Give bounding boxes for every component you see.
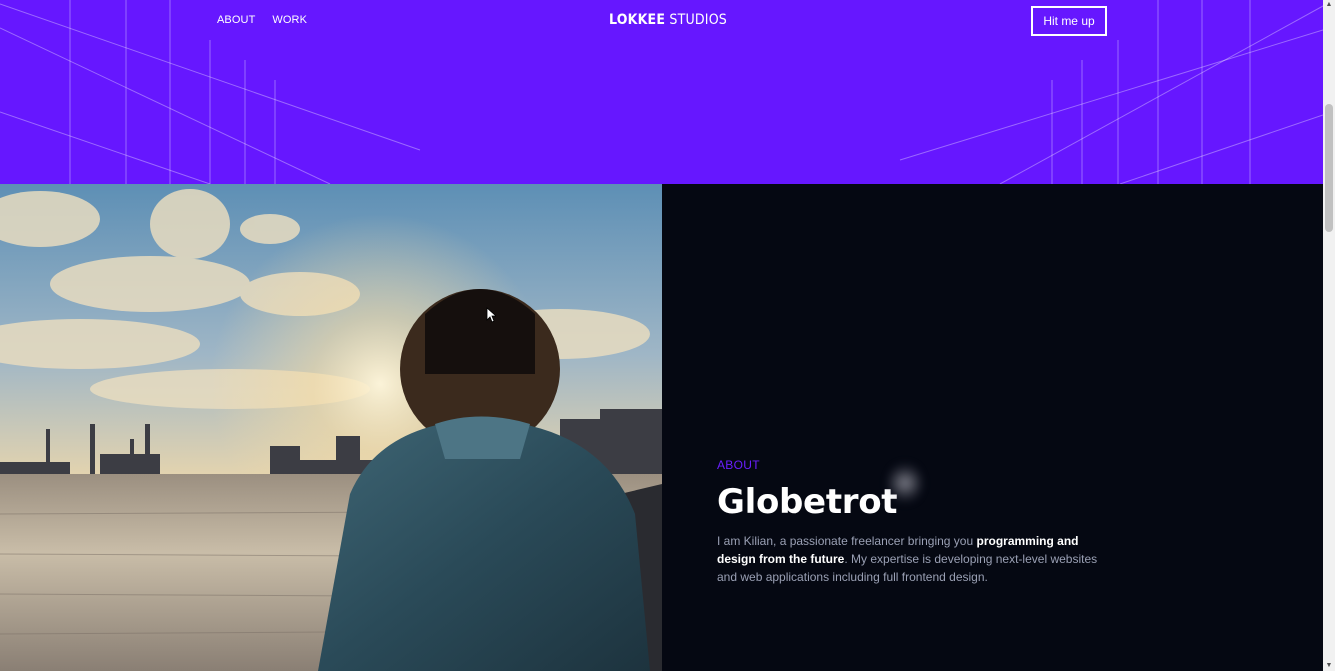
hit-me-up-button[interactable]: Hit me up [1031,6,1107,36]
harbor-photo [0,184,662,671]
brand-name-bold: LOKKEE [609,12,666,28]
hero-header: ABOUT WORK LOKKEE STUDIOS Hit me up [0,0,1323,184]
scroll-down-icon[interactable]: ▼ [1325,662,1333,670]
primary-nav: ABOUT WORK [217,14,307,26]
brand-logo[interactable]: LOKKEE STUDIOS [609,12,727,28]
about-eyebrow: ABOUT [717,458,760,472]
about-body-start: I am Kilian, a passionate freelancer bri… [717,534,977,548]
about-section: ABOUT Globetrot I am Kilian, a passionat… [662,184,1323,671]
blurred-decoration [887,460,923,506]
vertical-scrollbar[interactable]: ▲ ▼ [1323,0,1335,671]
about-title: Globetrot [717,482,898,522]
photo-illustration [0,184,662,671]
scrollbar-thumb[interactable] [1325,104,1333,232]
mouse-pointer-icon [486,307,496,323]
about-description: I am Kilian, a passionate freelancer bri… [717,532,1112,586]
brand-name-light: STUDIOS [669,12,728,28]
scroll-up-icon[interactable]: ▲ [1325,1,1333,9]
nav-link-about[interactable]: ABOUT [217,14,255,26]
nav-link-work[interactable]: WORK [272,14,307,26]
